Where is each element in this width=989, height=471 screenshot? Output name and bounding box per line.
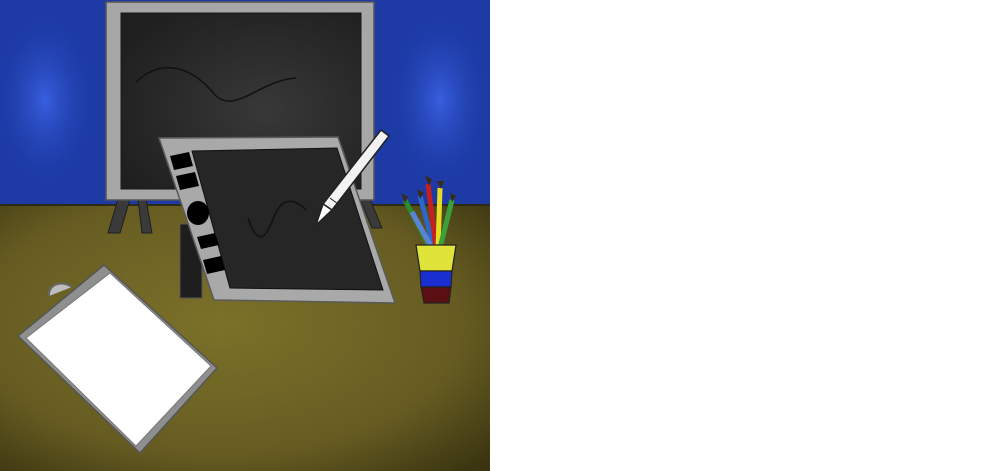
blank-canvas-area xyxy=(490,0,989,471)
tablet-dial xyxy=(187,201,209,225)
drawing-desk-scene xyxy=(0,0,490,471)
scene-illustration xyxy=(0,0,490,471)
